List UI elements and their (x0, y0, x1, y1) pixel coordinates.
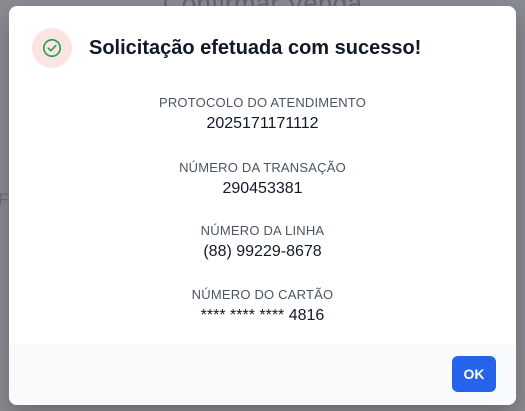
card-number-value: **** **** **** 4816 (200, 307, 325, 324)
protocol-field: PROTOCOLO DO ATENDIMENTO 2025171171112 (9, 95, 516, 133)
line-number-label: NÚMERO DA LINHA (200, 223, 325, 238)
protocol-value: 2025171171112 (206, 115, 319, 132)
dialog-header: Solicitação efetuada com sucesso! (32, 28, 421, 68)
transaction-label: NÚMERO DA TRANSAÇÃO (179, 160, 346, 175)
success-icon-badge (32, 28, 72, 68)
transaction-field: NÚMERO DA TRANSAÇÃO 290453381 (9, 160, 516, 198)
protocol-label: PROTOCOLO DO ATENDIMENTO (158, 95, 367, 110)
card-number-label: NÚMERO DO CARTÃO (191, 287, 334, 302)
check-circle-icon (43, 39, 61, 57)
dialog-title: Solicitação efetuada com sucesso! (89, 36, 422, 59)
dialog-footer: OK (9, 344, 516, 405)
success-dialog: Solicitação efetuada com sucesso! PROTOC… (9, 6, 516, 405)
line-number-field: NÚMERO DA LINHA (88) 99229-8678 (9, 223, 516, 261)
transaction-value: 290453381 (222, 180, 303, 197)
line-number-value: (88) 99229-8678 (203, 243, 322, 260)
ok-button[interactable]: OK (452, 356, 496, 392)
card-number-field: NÚMERO DO CARTÃO **** **** **** 4816 (9, 287, 516, 325)
